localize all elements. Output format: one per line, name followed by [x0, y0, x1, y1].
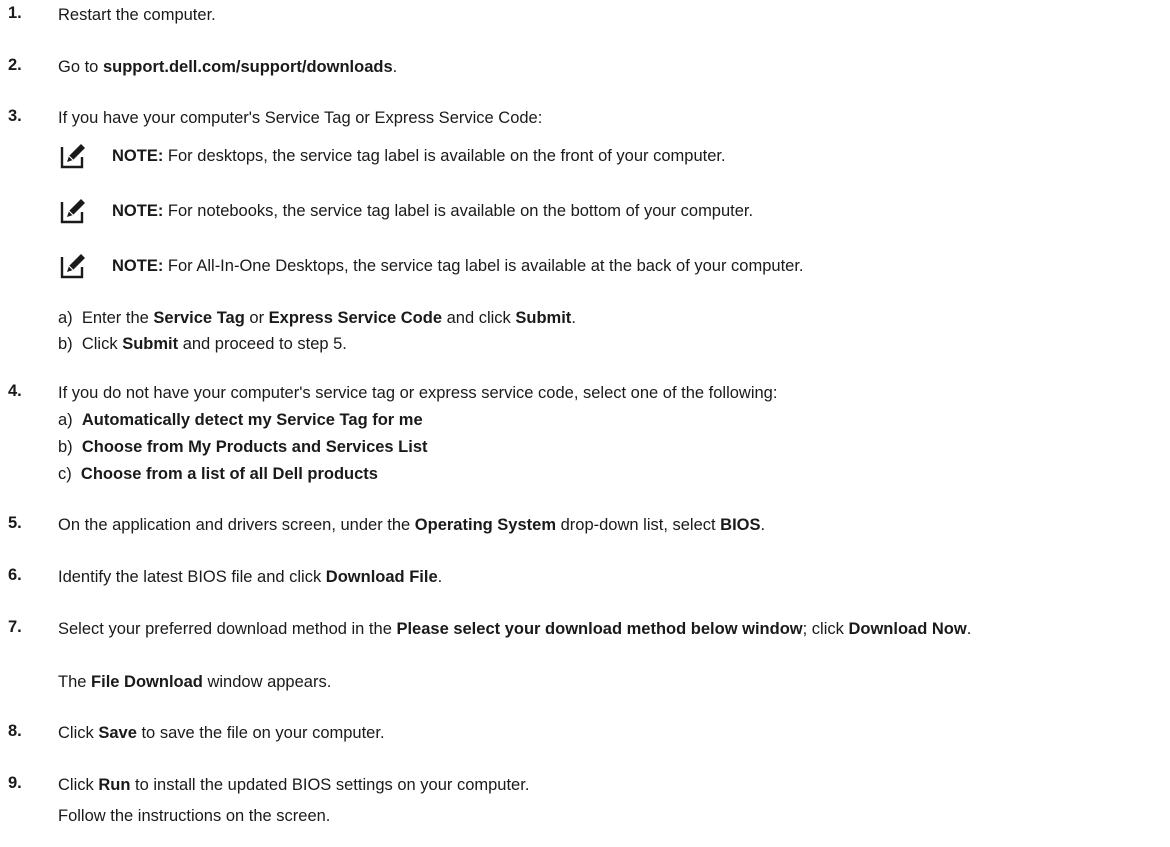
- step-text-mid: drop-down list, select: [556, 516, 721, 534]
- substep-text: Click: [81, 335, 123, 353]
- note-body: For All-In-One Desktops, the service tag…: [163, 257, 804, 275]
- download-file-term: Download File: [325, 568, 438, 586]
- substep-4c: c) Choose from a list of all Dell produc…: [58, 463, 378, 485]
- step-text-mid: ; click: [802, 620, 849, 638]
- option-all-products[interactable]: Choose from a list of all Dell products: [81, 465, 378, 483]
- pencil-note-icon: [60, 254, 85, 279]
- note-label: NOTE:: [112, 202, 164, 220]
- step-text-post: to save the file on your computer.: [136, 724, 385, 742]
- substep-letter: b): [58, 335, 73, 353]
- step-text-pre: Select your preferred download method in…: [58, 620, 397, 638]
- express-service-code-term: Express Service Code: [268, 309, 443, 327]
- step-text: If you do not have your computer's servi…: [58, 384, 778, 402]
- step-number: 3.: [8, 107, 22, 125]
- step-text-pre: On the application and drivers screen, u…: [58, 516, 415, 534]
- note-label: NOTE:: [112, 257, 164, 275]
- step-text: Click Run to install the updated BIOS se…: [58, 774, 1166, 796]
- substep-letter: a): [58, 309, 73, 327]
- note-label: NOTE:: [112, 147, 164, 165]
- step-text: Click Save to save the file on your comp…: [58, 722, 1166, 744]
- step-text-post: .: [966, 620, 972, 638]
- result-text: Follow the instructions on the screen.: [58, 807, 331, 825]
- submit-term: Submit: [515, 309, 572, 327]
- file-download-term: File Download: [91, 673, 203, 691]
- substep-4a: a) Automatically detect my Service Tag f…: [58, 409, 423, 431]
- step-text: Go to support.dell.com/support/downloads…: [58, 56, 1166, 78]
- step-number: 5.: [8, 514, 22, 532]
- download-method-window-term: Please select your download method below…: [396, 620, 803, 638]
- note-text: NOTE: For desktops, the service tag labe…: [112, 145, 726, 167]
- step-text-post: .: [437, 568, 443, 586]
- step-text: Identify the latest BIOS file and click …: [58, 566, 1166, 588]
- option-my-products[interactable]: Choose from My Products and Services Lis…: [82, 438, 428, 456]
- step-text: Select your preferred download method in…: [58, 618, 1166, 640]
- step-text-pre: Go to: [58, 58, 103, 76]
- step-text-pre: Click: [58, 724, 99, 742]
- result-text: The: [58, 673, 92, 691]
- step-text-post: to install the updated BIOS settings on …: [130, 776, 530, 794]
- substep-4b: b) Choose from My Products and Services …: [58, 436, 428, 458]
- note-body: For desktops, the service tag label is a…: [163, 147, 726, 165]
- substep-text: and proceed to step 5.: [178, 335, 347, 353]
- substep-text: and click: [442, 309, 516, 327]
- download-now-term: Download Now: [848, 620, 967, 638]
- step-text-pre: Click: [58, 776, 99, 794]
- substep-letter: c): [58, 465, 72, 483]
- step-number: 9.: [8, 774, 22, 792]
- pencil-note-icon: [60, 199, 85, 224]
- substep-text: .: [571, 309, 576, 327]
- step-text-pre: Identify the latest BIOS file and click: [58, 568, 326, 586]
- substep-3a: a) Enter the Service Tag or Express Serv…: [58, 307, 576, 329]
- run-term: Run: [98, 776, 131, 794]
- substep-3b: b) Click Submit and proceed to step 5.: [58, 333, 347, 355]
- step-number: 6.: [8, 566, 22, 584]
- operating-system-term: Operating System: [414, 516, 557, 534]
- step-number: 7.: [8, 618, 22, 636]
- save-term: Save: [98, 724, 137, 742]
- service-tag-term: Service Tag: [153, 309, 245, 327]
- note-body: For notebooks, the service tag label is …: [163, 202, 754, 220]
- step-text-post: .: [392, 58, 398, 76]
- result-text: window appears.: [202, 673, 332, 691]
- step-text: If you have your computer's Service Tag …: [58, 109, 543, 127]
- step-number: 1.: [8, 4, 22, 22]
- note-text: NOTE: For notebooks, the service tag lab…: [112, 200, 753, 222]
- step-number: 2.: [8, 56, 22, 74]
- support-downloads-link[interactable]: support.dell.com/support/downloads: [103, 58, 393, 76]
- submit-term: Submit: [122, 335, 179, 353]
- note-text: NOTE: For All-In-One Desktops, the servi…: [112, 255, 804, 277]
- step-7-result: The File Download window appears.: [58, 671, 331, 693]
- step-text-post: .: [760, 516, 766, 534]
- substep-letter: a): [58, 411, 73, 429]
- bios-term: BIOS: [720, 516, 761, 534]
- step-number: 8.: [8, 722, 22, 740]
- step-9-result: Follow the instructions on the screen.: [58, 805, 330, 827]
- step-text: Restart the computer.: [58, 6, 216, 24]
- step-text: On the application and drivers screen, u…: [58, 514, 1166, 536]
- substep-text: or: [244, 309, 269, 327]
- substep-letter: b): [58, 438, 73, 456]
- pencil-note-icon: [60, 144, 85, 169]
- option-auto-detect[interactable]: Automatically detect my Service Tag for …: [82, 411, 423, 429]
- step-number: 4.: [8, 382, 22, 400]
- substep-text: Enter the: [81, 309, 154, 327]
